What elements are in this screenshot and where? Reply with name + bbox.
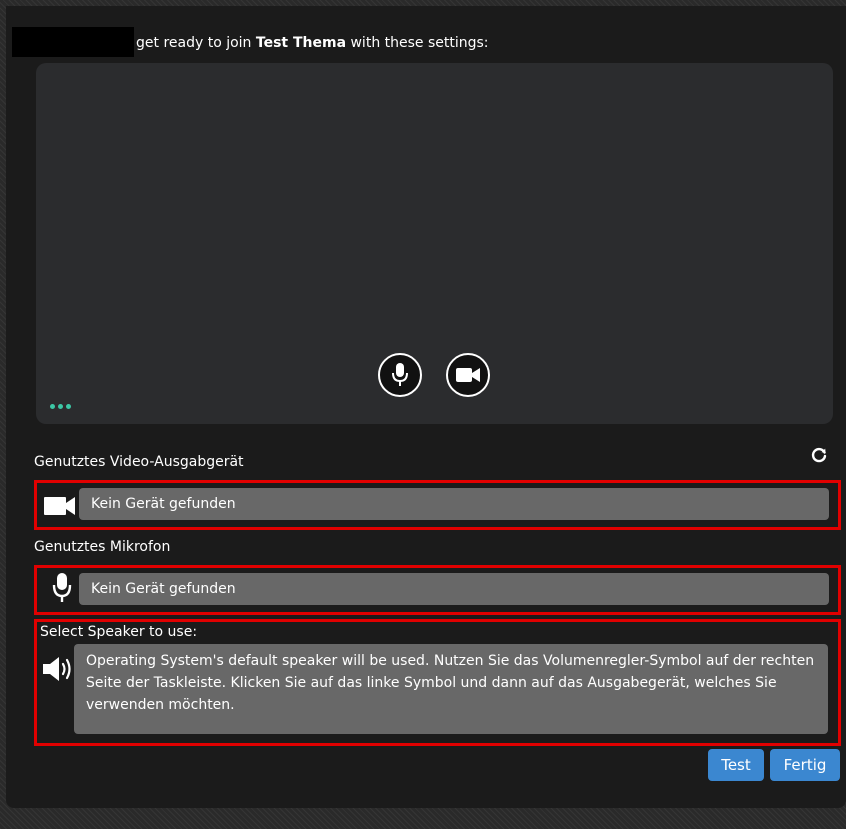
toggle-microphone-button[interactable] bbox=[378, 353, 422, 397]
speaker-info-text: Operating System's default speaker will … bbox=[74, 644, 828, 734]
speaker-label: Select Speaker to use: bbox=[40, 624, 198, 640]
loading-dot bbox=[66, 404, 71, 409]
video-device-select[interactable]: Kein Gerät gefunden bbox=[79, 488, 829, 520]
join-message: get ready to join Test Thema with these … bbox=[136, 30, 489, 56]
done-button[interactable]: Fertig bbox=[770, 749, 840, 781]
test-button[interactable]: Test bbox=[708, 749, 764, 781]
join-suffix: with these settings: bbox=[350, 35, 489, 51]
video-camera-icon bbox=[456, 368, 480, 382]
loading-dot bbox=[58, 404, 63, 409]
refresh-icon[interactable] bbox=[810, 446, 828, 464]
loading-indicator bbox=[50, 404, 71, 409]
video-device-label: Genutztes Video-Ausgabgerät bbox=[34, 454, 244, 470]
loading-dot bbox=[50, 404, 55, 409]
microphone-icon bbox=[392, 363, 408, 386]
microphone-select[interactable]: Kein Gerät gefunden bbox=[79, 573, 829, 605]
microphone-icon bbox=[52, 573, 72, 602]
join-prefix: get ready to join bbox=[136, 35, 252, 51]
meeting-name: Test Thema bbox=[255, 35, 347, 51]
microphone-label: Genutztes Mikrofon bbox=[34, 539, 171, 555]
video-preview bbox=[36, 63, 833, 424]
video-camera-icon bbox=[44, 497, 75, 515]
speaker-icon bbox=[43, 657, 71, 681]
redacted-username bbox=[12, 27, 134, 57]
toggle-camera-button[interactable] bbox=[446, 353, 490, 397]
